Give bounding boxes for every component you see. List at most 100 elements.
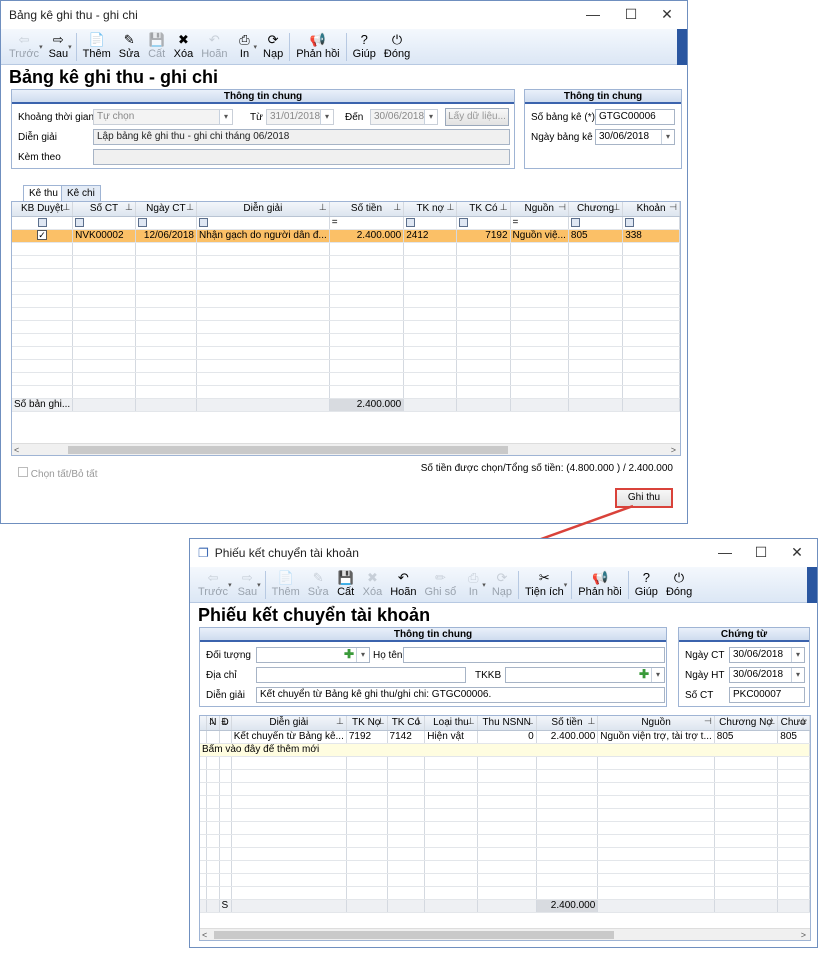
voucher-no-field[interactable]: PKC00007 [729,687,805,703]
pin-icon[interactable]: ⊥ [526,716,534,727]
column-header[interactable]: Số tiền ⊥ [329,202,405,217]
column-header[interactable]: TK Có ⊥ [456,202,511,217]
to-date-field[interactable]: 30/06/2018 ▾ [370,109,438,125]
dropdown-arrow-icon[interactable]: ▾ [39,43,43,51]
close-icon[interactable]: ✕ [649,1,685,27]
column-header[interactable]: TK nợ ⊥ [403,202,458,217]
pin-icon[interactable]: ⊥ [612,202,620,213]
name-field[interactable] [403,647,665,663]
toolbar-refresh-button[interactable]: ⟳ Nạp [488,567,516,598]
column-header[interactable]: TK Nợ ⊥ [346,716,388,731]
toolbar-delete-button[interactable]: ✖ Xóa [170,29,198,60]
approve-cell[interactable]: ✓ [12,229,74,243]
maximize-icon[interactable]: ☐ [613,1,649,27]
description-field[interactable]: Kết chuyển từ Bảng kê ghi thu/ghi chi: G… [256,687,665,703]
column-header[interactable]: Nguồn ⊣ [510,202,569,217]
filter-cell[interactable] [72,216,136,230]
filter-cell[interactable] [196,216,330,230]
toolbar-pencil-button[interactable]: ✏ Ghi sổ [421,567,461,598]
attachment-field[interactable] [93,149,510,165]
filter-cell[interactable] [135,216,197,230]
column-header[interactable]: N ⊥ [206,716,220,731]
toolbar-tools-button[interactable]: ✂ Tiện ích [521,567,568,598]
toolbar-save-button[interactable]: 💾 Cất [333,567,359,598]
toolbar-undo-button[interactable]: ↶ Hoãn [197,29,231,60]
pin-icon[interactable]: ⊥ [500,202,508,213]
object-field[interactable]: ✚ ▾ [256,647,370,663]
toolbar-add-document-button[interactable]: 📄 Thêm [268,567,304,598]
table-row[interactable]: ✓ NVK00002 12/06/2018 Nhận gạch do người dâ… [12,229,680,243]
dropdown-arrow-icon[interactable]: ▾ [482,581,486,589]
filter-cell[interactable] [622,216,680,230]
posting-date-field[interactable]: 30/06/2018 ▾ [729,667,805,683]
statement-date-field[interactable]: 30/06/2018 ▾ [595,129,675,145]
toolbar-arrow-left-button[interactable]: ⇦ Trước [5,29,43,60]
add-new-label[interactable]: Bấm vào đây để thêm mới [200,743,810,757]
column-header[interactable]: Số CT ⊥ [72,202,136,217]
toolbar-edit-document-button[interactable]: ✎ Sửa [304,567,333,598]
column-header[interactable]: TK Có ⊥ [387,716,426,731]
dropdown-arrow-icon[interactable]: ▾ [254,43,258,51]
minimize-icon[interactable]: — [707,539,743,565]
from-date-field[interactable]: 31/01/2018 ▾ [266,109,334,125]
dropdown-arrow-icon[interactable]: ▾ [257,581,261,589]
filter-cell[interactable] [456,216,511,230]
column-header[interactable]: Chương Nợ ⊥ [714,716,779,731]
scroll-thumb[interactable] [214,931,614,939]
description-field[interactable]: Lập bảng kê ghi thu - ghi chi tháng 06/2… [93,129,510,145]
pin-icon[interactable]: ⊥ [209,716,217,727]
toolbar-edit-document-button[interactable]: ✎ Sửa [115,29,144,60]
column-header[interactable]: Khoản ⊣ [622,202,680,217]
pin-icon[interactable]: ⊥ [125,202,133,213]
column-header[interactable]: Nguồn ⊣ [597,716,715,731]
toolbar-help-button[interactable]: ? Giúp [631,567,662,598]
address-field[interactable] [256,667,466,683]
checkbox-icon[interactable]: ✓ [37,230,48,240]
pin-icon[interactable]: ⊥ [447,202,455,213]
column-header[interactable]: Chươ ⊥ [777,716,810,731]
tkkb-field[interactable]: ✚ ▾ [505,667,665,683]
toolbar-overflow[interactable] [677,29,687,65]
chevron-down-icon[interactable]: ▾ [651,668,664,682]
toolbar-delete-button[interactable]: ✖ Xóa [359,567,387,598]
voucher-date-field[interactable]: 30/06/2018 ▾ [729,647,805,663]
toolbar-arrow-left-button[interactable]: ⇦ Trước [194,567,232,598]
pin-icon[interactable]: ⊥ [393,202,401,213]
pin-icon[interactable]: ⊣ [558,202,566,213]
maximize-icon[interactable]: ☐ [743,539,779,565]
scroll-thumb[interactable] [68,446,508,454]
pin-icon[interactable]: ⊥ [467,716,475,727]
pin-icon[interactable]: ⊥ [587,716,595,727]
select-all-checkbox[interactable]: Chọn tất/Bỏ tất [18,467,98,480]
pin-icon[interactable]: ⊥ [414,716,422,727]
column-header[interactable]: Diễn giải ⊥ [231,716,347,731]
pin-icon[interactable]: ⊥ [221,716,229,727]
add-new-row[interactable]: Bấm vào đây để thêm mới [200,743,810,757]
pin-icon[interactable]: ⊣ [704,716,712,727]
dropdown-arrow-icon[interactable]: ▾ [564,581,568,589]
pin-icon[interactable]: ⊥ [62,202,70,213]
scroll-right-icon[interactable]: > [671,444,676,455]
pin-icon[interactable]: ⊥ [186,202,194,213]
pin-icon[interactable]: ⊥ [336,716,344,727]
close-icon[interactable]: ✕ [779,539,815,565]
tab-ke-chi[interactable]: Kê chi [61,185,101,201]
tab-ke-thu[interactable]: Kê thu [23,185,64,201]
column-header[interactable]: Loại thu ⊥ [424,716,478,731]
fetch-data-button[interactable]: Lấy dữ liệu... [445,108,509,126]
add-icon[interactable]: ✚ [344,648,354,661]
chevron-down-icon[interactable]: ▾ [356,648,369,662]
toolbar-megaphone-button[interactable]: 📢 Phản hồi [574,567,625,598]
toolbar-power-button[interactable]: ⏻ Đóng [662,567,696,598]
filter-cell[interactable] [403,216,458,230]
ghi-thu-button[interactable]: Ghi thu [615,488,673,508]
column-header[interactable]: Thu NSNN ⊥ [477,716,537,731]
toolbar-megaphone-button[interactable]: 📢 Phản hồi [292,29,343,60]
column-header[interactable]: Chương ⊥ [568,202,624,217]
column-header[interactable]: Số tiền ⊥ [536,716,599,731]
pin-icon[interactable]: ⊥ [319,202,327,213]
column-header[interactable]: Ngày CT ⊥ [135,202,197,217]
toolbar-add-document-button[interactable]: 📄 Thêm [79,29,115,60]
dropdown-arrow-icon[interactable]: ▾ [68,43,72,51]
column-header[interactable]: Đ ⊥ [219,716,232,731]
